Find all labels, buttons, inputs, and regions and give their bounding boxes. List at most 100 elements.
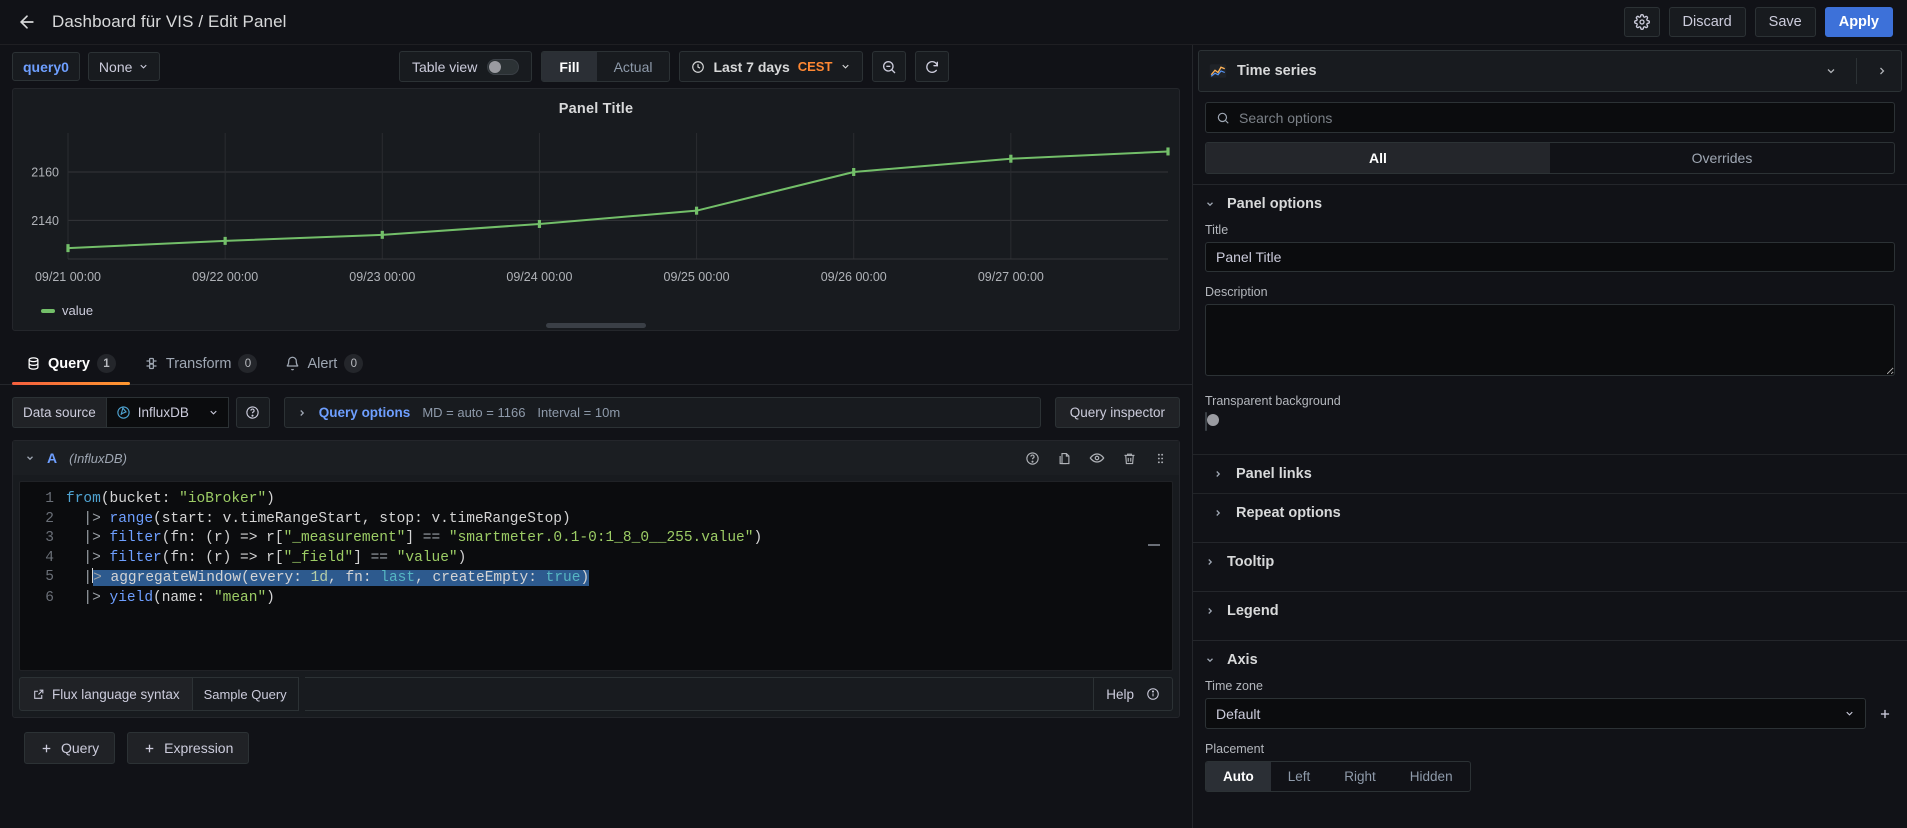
- chevron-down-icon[interactable]: [25, 453, 35, 463]
- time-zone-select[interactable]: Default: [1205, 698, 1866, 729]
- actual-option[interactable]: Actual: [597, 52, 670, 81]
- section-header-legend[interactable]: Legend: [1193, 592, 1907, 630]
- placement-left[interactable]: Left: [1271, 762, 1328, 791]
- chart-area[interactable]: 2140 2160 09/21 00:00 09/22 00:00 09/23 00:0…: [13, 121, 1179, 301]
- back-button[interactable]: [10, 5, 44, 39]
- breadcrumb[interactable]: Dashboard für VIS / Edit Panel: [52, 12, 287, 32]
- discard-button[interactable]: Discard: [1668, 7, 1746, 37]
- add-time-zone-button[interactable]: [1875, 704, 1895, 724]
- left-pane: query0 None Table view Fill Actual Last …: [0, 45, 1192, 828]
- field-title: Title: [1205, 223, 1895, 272]
- add-query-button[interactable]: Query: [24, 732, 116, 764]
- chevron-down-icon: [840, 61, 851, 72]
- placement-right[interactable]: Right: [1327, 762, 1393, 791]
- visualization-picker[interactable]: Time series: [1198, 50, 1902, 92]
- code-line[interactable]: 1 from(bucket: "ioBroker"): [20, 490, 1172, 510]
- eye-icon[interactable]: [1089, 450, 1105, 466]
- duplicate-icon[interactable]: [1057, 451, 1072, 466]
- code-text: |> filter(fn: (r) => r["_field"] == "val…: [66, 549, 467, 566]
- fill-option[interactable]: Fill: [542, 52, 597, 81]
- trash-icon[interactable]: [1122, 451, 1137, 466]
- query-editor-footer: Flux language syntax Sample Query Help: [19, 677, 1173, 711]
- panel-settings-button[interactable]: [1623, 7, 1660, 37]
- query-options-bar[interactable]: Query options MD = auto = 1166 Interval …: [283, 397, 1041, 428]
- topbar-actions: Discard Save Apply: [1623, 7, 1893, 37]
- placement-radio-group: Auto Left Right Hidden: [1205, 761, 1471, 792]
- placement-label: Placement: [1205, 742, 1265, 756]
- tab-query-count: 1: [96, 354, 116, 373]
- query-inspector-button[interactable]: Query inspector: [1054, 397, 1180, 428]
- flux-code-editor[interactable]: 1 from(bucket: "ioBroker") 2 |> range(st…: [19, 481, 1173, 671]
- options-search-box[interactable]: [1205, 102, 1895, 133]
- add-expression-label: Expression: [164, 740, 234, 756]
- code-fold-indicator[interactable]: [1148, 544, 1160, 546]
- zoom-out-icon: [881, 59, 897, 75]
- placement-hidden[interactable]: Hidden: [1393, 762, 1470, 791]
- help-circle-icon[interactable]: [1025, 451, 1040, 466]
- field-description: Description: [1205, 285, 1895, 381]
- tab-transform[interactable]: Transform 0: [130, 343, 272, 384]
- title-label: Title: [1205, 223, 1229, 237]
- time-range-picker[interactable]: Last 7 days CEST: [679, 51, 864, 82]
- interval-meta: Interval = 10m: [537, 405, 621, 420]
- tab-all[interactable]: All: [1206, 143, 1550, 173]
- viz-dropdown-toggle[interactable]: [1816, 54, 1846, 88]
- subsection-panel-links[interactable]: Panel links: [1193, 454, 1907, 493]
- section-axis: Axis Time zone Default Placement Auto Le…: [1193, 640, 1907, 815]
- zoom-out-button[interactable]: [872, 51, 907, 82]
- help-button[interactable]: Help: [1093, 677, 1173, 711]
- tab-query[interactable]: Query 1: [12, 343, 130, 385]
- tab-overrides[interactable]: Overrides: [1550, 143, 1894, 173]
- panel-resize-handle[interactable]: [546, 323, 646, 328]
- chevron-down-icon: [1205, 655, 1215, 665]
- line-number: 5: [45, 569, 54, 586]
- data-source-help-button[interactable]: [235, 397, 270, 428]
- panel-description-input[interactable]: [1205, 304, 1895, 376]
- none-select[interactable]: None: [87, 52, 161, 81]
- clock-icon: [691, 60, 705, 74]
- field-time-zone: Time zone Default: [1205, 679, 1895, 729]
- subsection-repeat-options[interactable]: Repeat options: [1193, 493, 1907, 532]
- collapse-options-pane-button[interactable]: [1867, 54, 1897, 88]
- add-query-label: Query: [61, 740, 100, 756]
- code-line[interactable]: 4 |> filter(fn: (r) => r["_field"] == "v…: [20, 549, 1172, 569]
- transparent-background-switch[interactable]: [1205, 412, 1219, 431]
- section-header-panel-options[interactable]: Panel options: [1193, 185, 1907, 223]
- query-ref-id[interactable]: A: [47, 450, 57, 466]
- save-button[interactable]: Save: [1754, 7, 1816, 37]
- line-number: 4: [45, 549, 54, 566]
- refresh-icon: [924, 59, 940, 75]
- query-options-label[interactable]: Query options: [319, 405, 411, 420]
- code-line-selected[interactable]: 5 |> aggregateWindow(every: 1d, fn: last…: [20, 568, 1172, 589]
- code-line[interactable]: 2 |> range(start: v.timeRangeStart, stop…: [20, 510, 1172, 530]
- placement-auto[interactable]: Auto: [1206, 762, 1271, 791]
- table-view-switch[interactable]: [487, 58, 520, 75]
- section-header-axis[interactable]: Axis: [1193, 641, 1907, 679]
- sample-query-button[interactable]: Sample Query: [192, 677, 299, 711]
- external-link-icon: [32, 688, 45, 701]
- tab-alert[interactable]: Alert 0: [271, 343, 377, 384]
- time-zone-label: Time zone: [1205, 679, 1263, 693]
- visualization-name: Time series: [1237, 63, 1317, 79]
- info-circle-icon[interactable]: [1146, 687, 1160, 701]
- flux-syntax-link[interactable]: Flux language syntax: [19, 677, 193, 711]
- query-variable-chip[interactable]: query0: [12, 52, 80, 81]
- time-zone-row: Default: [1205, 698, 1895, 729]
- legend-label[interactable]: value: [62, 303, 93, 318]
- panel-title-input[interactable]: [1205, 242, 1895, 272]
- question-circle-icon: [245, 405, 260, 420]
- repeat-options-label: Repeat options: [1236, 505, 1341, 521]
- add-expression-button[interactable]: Expression: [127, 732, 250, 764]
- apply-button[interactable]: Apply: [1824, 7, 1893, 37]
- svg-text:2160: 2160: [31, 166, 59, 180]
- drag-handle-icon[interactable]: [1154, 451, 1167, 466]
- data-source-picker[interactable]: InfluxDB: [105, 397, 229, 428]
- section-title-axis: Axis: [1227, 652, 1258, 668]
- table-view-toggle[interactable]: Table view: [398, 51, 533, 82]
- refresh-button[interactable]: [915, 51, 950, 82]
- code-line[interactable]: 6 |> yield(name: "mean"): [20, 589, 1172, 609]
- code-line[interactable]: 3 |> filter(fn: (r) => r["_measurement"]…: [20, 529, 1172, 549]
- section-header-tooltip[interactable]: Tooltip: [1193, 543, 1907, 581]
- transparent-background-label: Transparent background: [1205, 394, 1341, 408]
- search-input[interactable]: [1239, 109, 1884, 126]
